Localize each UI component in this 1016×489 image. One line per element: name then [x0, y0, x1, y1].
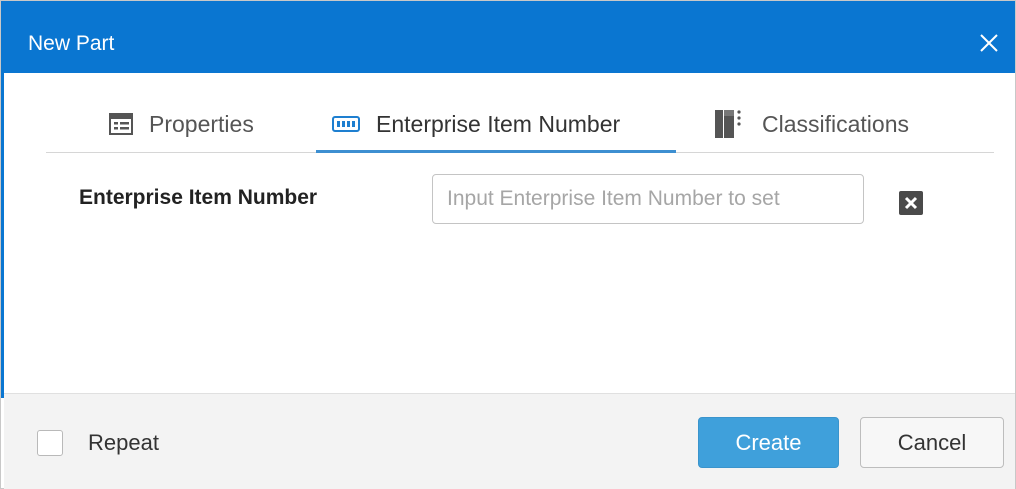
repeat-label[interactable]: Repeat	[88, 430, 159, 456]
barcode-icon	[332, 116, 360, 132]
tab-label: Properties	[149, 110, 254, 137]
dialog-title: New Part	[28, 32, 115, 55]
create-button[interactable]: Create	[698, 417, 839, 468]
tab-label: Enterprise Item Number	[376, 110, 621, 137]
classification-icon	[714, 109, 746, 139]
clear-icon[interactable]	[899, 191, 923, 215]
new-part-dialog: New Part Properties Enterprise Item Numb…	[0, 0, 1016, 489]
dialog-titlebar: New Part	[1, 1, 1015, 73]
tab-label: Classifications	[762, 110, 909, 137]
tab-bar: Properties Enterprise Item Number Classi…	[46, 97, 994, 153]
repeat-checkbox[interactable]	[37, 430, 63, 456]
dialog-accent-stripe	[1, 73, 4, 398]
tab-enterprise-item-number[interactable]: Enterprise Item Number	[316, 97, 676, 153]
enterprise-item-number-input[interactable]	[432, 174, 864, 224]
tab-properties[interactable]: Properties	[109, 97, 319, 151]
tab-classifications[interactable]: Classifications	[714, 97, 974, 151]
enterprise-item-number-label: Enterprise Item Number	[79, 186, 318, 209]
cancel-button[interactable]: Cancel	[860, 417, 1004, 468]
table-icon	[109, 113, 133, 135]
dialog-footer: Repeat Create Cancel	[4, 393, 1015, 489]
close-icon[interactable]	[977, 31, 1001, 55]
